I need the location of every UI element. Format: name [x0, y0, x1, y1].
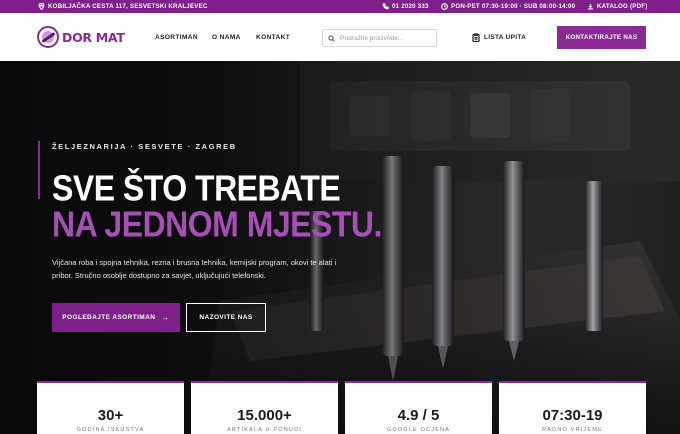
stat-card-articles: 15.000+ ARTIKALA U PONUDI — [191, 381, 338, 434]
clipboard-icon — [472, 33, 480, 42]
stat-card-rating: 4.9 / 5 GOOGLE OCJENA — [345, 381, 492, 434]
inquiry-list-label: LISTA UPITA — [484, 34, 527, 41]
view-assortment-label: POGLEDAJTE ASORTIMAN — [62, 314, 156, 321]
arrow-right-icon: → — [161, 313, 170, 322]
stat-label: GODINA ISKUSTVA — [76, 427, 145, 433]
stat-label: GOOGLE OCJENA — [386, 427, 451, 433]
site-header: DOR MAT ASORTIMAN O NAMA KONTAKT LISTA U… — [0, 13, 680, 61]
catalog-link[interactable]: KATALOG (PDF) — [587, 3, 648, 10]
stat-card-experience: 30+ GODINA ISKUSTVA — [37, 381, 184, 434]
stat-value: 4.9 / 5 — [397, 407, 440, 424]
stat-value: 15.000+ — [237, 407, 292, 424]
nav-link-o-nama[interactable]: O NAMA — [212, 34, 241, 41]
hours-item: PON-PET 07:30-19:00 · SUB 08:00-14:00 — [441, 3, 575, 10]
stat-label: RADNO VRIJEME — [542, 427, 603, 433]
phone-item[interactable]: 01 2020 333 — [382, 3, 429, 10]
stat-card-hours: 07:30-19 RADNO VRIJEME — [499, 381, 646, 434]
search-icon — [328, 34, 335, 42]
view-assortment-button[interactable]: POGLEDAJTE ASORTIMAN → — [52, 303, 180, 332]
site-logo[interactable]: DOR MAT — [37, 26, 125, 48]
search-input[interactable] — [340, 34, 435, 42]
stat-label: ARTIKALA U PONUDI — [226, 427, 302, 433]
hero-overlay — [0, 61, 680, 434]
phone-icon — [382, 3, 389, 10]
location-pin-icon — [38, 3, 45, 10]
stat-value: 07:30-19 — [542, 407, 603, 424]
phone-text: 01 2020 333 — [392, 3, 429, 10]
inquiry-list-link[interactable]: LISTA UPITA — [472, 33, 526, 42]
stat-value: 30+ — [97, 407, 124, 424]
address-text: KOBILJAČKA CESTA 117, SESVETSKI KRALJEVE… — [48, 3, 208, 10]
catalog-text: KATALOG (PDF) — [597, 3, 648, 10]
hero-lead-text: Vijčana roba i spojna tehnika, rezna i b… — [52, 258, 337, 280]
download-icon — [588, 3, 593, 10]
nav-link-kontakt[interactable]: KONTAKT — [256, 34, 290, 41]
clock-icon — [441, 3, 448, 10]
hours-text: PON-PET 07:30-19:00 · SUB 08:00-14:00 — [451, 3, 576, 10]
search-box — [322, 29, 437, 47]
hero-section: ŽELJEZNARIJA · SESVETE · ZAGREB SVE ŠTO … — [0, 61, 680, 434]
logo-badge-icon — [37, 26, 59, 48]
hero-eyebrow: ŽELJEZNARIJA · SESVETE · ZAGREB — [52, 142, 237, 151]
hero-title-line-2: NA JEDNOM MJESTU. — [52, 204, 382, 245]
contact-us-button[interactable]: KONTAKTIRAJTE NAS — [557, 26, 646, 49]
logo-text: DOR MAT — [62, 29, 125, 45]
top-info-bar: KOBILJAČKA CESTA 117, SESVETSKI KRALJEVE… — [0, 0, 680, 13]
call-us-button[interactable]: NAZOVITE NAS — [186, 303, 266, 332]
address-item: KOBILJAČKA CESTA 117, SESVETSKI KRALJEVE… — [38, 3, 208, 10]
eyebrow-accent-line — [38, 141, 40, 199]
nav-link-asortiman[interactable]: ASORTIMAN — [155, 34, 198, 41]
